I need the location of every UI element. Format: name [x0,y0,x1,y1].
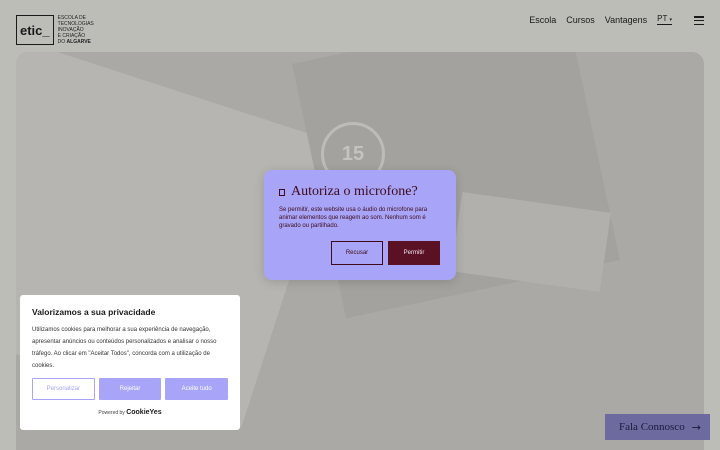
cookie-text: Utilizamos cookies para melhorar a sua e… [32,327,217,369]
accept-all-button[interactable]: Aceite tudo [165,378,229,400]
nav-escola[interactable]: Escola [529,15,556,25]
site-header: etic_ Escola de Tecnologias Inovação e C… [0,0,720,52]
cookie-title: Valorizamos a sua privacidade [32,307,156,317]
microphone-permission-dialog: Autoriza o microfone? Se permitir, este … [264,170,456,280]
contact-button[interactable]: Fala Connosco → [605,414,710,440]
logo[interactable]: etic_ Escola de Tecnologias Inovação e C… [16,15,108,45]
powered-by: Powered by CookieYes [98,409,162,416]
arrow-right-icon: → [691,420,701,434]
logo-mark: etic_ [16,15,54,45]
cookie-banner: Valorizamos a sua privacidade Utilizamos… [20,295,240,430]
nav-vantagens[interactable]: Vantagens [605,15,647,25]
language-selector[interactable]: PT ▾ [657,14,672,25]
reject-button[interactable]: Rejeitar [98,378,162,400]
main-nav: Escola Cursos Vantagens PT ▾ [529,14,672,25]
cookieyes-logo: CookieYes [126,409,162,416]
personalize-button[interactable]: Personalizar [32,378,95,400]
chevron-down-icon: ▾ [669,17,672,23]
dialog-description: Se permitir, este website usa o áudio do… [279,207,428,229]
allow-button[interactable]: Permitir [388,241,440,265]
logo-text: Escola de Tecnologias Inovação e Criação… [57,15,94,45]
nav-cursos[interactable]: Cursos [566,15,595,25]
menu-icon[interactable] [694,16,704,25]
dialog-title: Autoriza o microfone? [291,184,418,199]
refuse-button[interactable]: Recusar [331,241,383,265]
microphone-icon [279,188,285,196]
